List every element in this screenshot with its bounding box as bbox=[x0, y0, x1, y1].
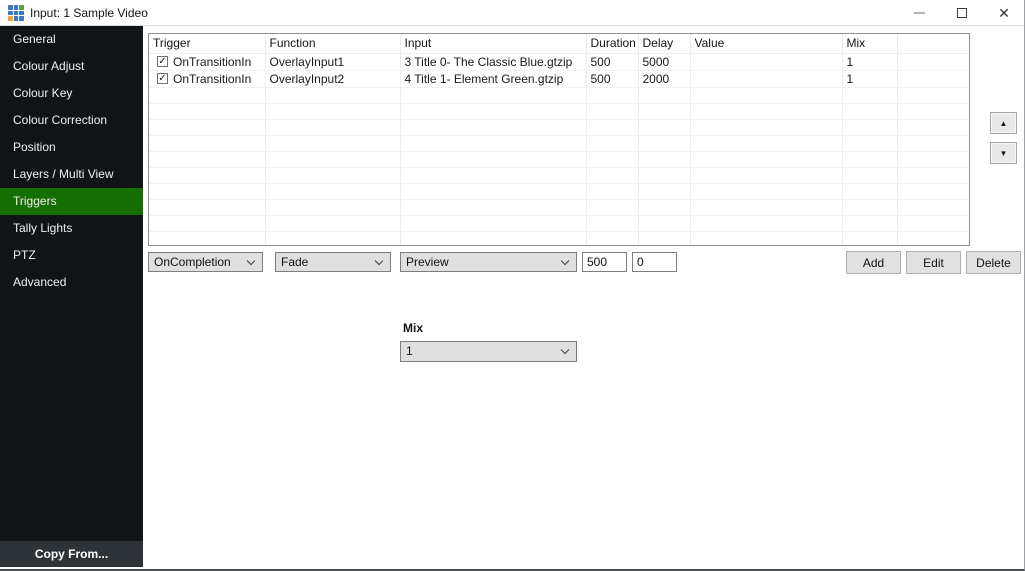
trigger-row[interactable]: ✓ OnTransitionIn OverlayInput1 3 Title 0… bbox=[149, 53, 969, 70]
input-value: Preview bbox=[406, 255, 449, 269]
duration-input[interactable] bbox=[582, 252, 627, 272]
column-header-delay: Delay bbox=[638, 34, 690, 53]
column-header-value: Value bbox=[690, 34, 842, 53]
delete-button[interactable]: Delete bbox=[966, 251, 1021, 274]
minimize-icon bbox=[914, 12, 925, 14]
value-cell bbox=[690, 70, 842, 87]
delay-cell: 5000 bbox=[638, 53, 690, 70]
empty-row bbox=[149, 151, 969, 167]
mix-value: 1 bbox=[406, 344, 413, 358]
sidebar-item-position[interactable]: Position bbox=[0, 134, 143, 161]
close-button[interactable]: ✕ bbox=[988, 0, 1020, 26]
column-header-input: Input bbox=[400, 34, 586, 53]
row-checkbox[interactable]: ✓ bbox=[157, 56, 168, 67]
move-down-button[interactable]: ▼ bbox=[990, 142, 1017, 164]
chevron-down-icon bbox=[561, 346, 569, 354]
sidebar-item-advanced[interactable]: Advanced bbox=[0, 269, 143, 296]
sidebar-item-triggers[interactable]: Triggers bbox=[0, 188, 143, 215]
mix-select[interactable]: 1 bbox=[400, 341, 577, 362]
duration-cell: 500 bbox=[586, 53, 638, 70]
window-title: Input: 1 Sample Video bbox=[30, 0, 148, 26]
function-value: Fade bbox=[281, 255, 308, 269]
trigger-type-value: OnCompletion bbox=[154, 255, 231, 269]
delay-input[interactable] bbox=[632, 252, 677, 272]
minimize-button[interactable] bbox=[903, 0, 935, 26]
value-cell bbox=[690, 53, 842, 70]
function-select[interactable]: Fade bbox=[275, 252, 391, 272]
chevron-down-icon bbox=[247, 257, 255, 265]
up-arrow-icon: ▲ bbox=[1000, 119, 1008, 128]
sidebar-item-colour-adjust[interactable]: Colour Adjust bbox=[0, 53, 143, 80]
trigger-cell: OnTransitionIn bbox=[173, 72, 251, 86]
empty-row bbox=[149, 135, 969, 151]
empty-row bbox=[149, 215, 969, 231]
input-cell: 4 Title 1- Element Green.gtzip bbox=[400, 70, 586, 87]
trigger-cell: OnTransitionIn bbox=[173, 55, 251, 69]
vmix-grid-icon bbox=[8, 5, 24, 21]
chevron-down-icon bbox=[561, 257, 569, 265]
input-cell: 3 Title 0- The Classic Blue.gtzip bbox=[400, 53, 586, 70]
input-select[interactable]: Preview bbox=[400, 252, 577, 272]
column-header-function: Function bbox=[265, 34, 400, 53]
down-arrow-icon: ▼ bbox=[1000, 149, 1008, 158]
function-cell: OverlayInput1 bbox=[265, 53, 400, 70]
trigger-type-select[interactable]: OnCompletion bbox=[148, 252, 263, 272]
check-icon: ✓ bbox=[158, 74, 166, 84]
settings-sidebar: General Colour Adjust Colour Key Colour … bbox=[0, 26, 143, 541]
function-cell: OverlayInput2 bbox=[265, 70, 400, 87]
sidebar-item-layers-multi-view[interactable]: Layers / Multi View bbox=[0, 161, 143, 188]
delay-cell: 2000 bbox=[638, 70, 690, 87]
check-icon: ✓ bbox=[158, 57, 166, 67]
table-header-row: Trigger Function Input Duration Delay Va… bbox=[149, 34, 969, 53]
edit-button[interactable]: Edit bbox=[906, 251, 961, 274]
duration-cell: 500 bbox=[586, 70, 638, 87]
titlebar: Input: 1 Sample Video ✕ bbox=[0, 0, 1024, 26]
column-header-mix: Mix bbox=[842, 34, 897, 53]
maximize-icon bbox=[957, 8, 967, 18]
column-header-trigger: Trigger bbox=[149, 34, 265, 53]
empty-row bbox=[149, 87, 969, 103]
empty-row bbox=[149, 183, 969, 199]
move-up-button[interactable]: ▲ bbox=[990, 112, 1017, 134]
chevron-down-icon bbox=[375, 257, 383, 265]
row-checkbox[interactable]: ✓ bbox=[157, 73, 168, 84]
sidebar-item-ptz[interactable]: PTZ bbox=[0, 242, 143, 269]
empty-row bbox=[149, 119, 969, 135]
add-button[interactable]: Add bbox=[846, 251, 901, 274]
input-settings-window: Input: 1 Sample Video ✕ General Colour A… bbox=[0, 0, 1025, 571]
column-header-duration: Duration bbox=[586, 34, 638, 53]
empty-row bbox=[149, 103, 969, 119]
sidebar-item-general[interactable]: General bbox=[0, 26, 143, 53]
trigger-row[interactable]: ✓ OnTransitionIn OverlayInput2 4 Title 1… bbox=[149, 70, 969, 87]
close-icon: ✕ bbox=[998, 6, 1010, 20]
mix-label: Mix bbox=[403, 321, 423, 335]
empty-row bbox=[149, 199, 969, 215]
empty-row bbox=[149, 167, 969, 183]
mix-cell: 1 bbox=[842, 70, 897, 87]
triggers-table: Trigger Function Input Duration Delay Va… bbox=[148, 33, 970, 246]
column-header-blank bbox=[897, 34, 969, 53]
empty-row bbox=[149, 231, 969, 246]
mix-cell: 1 bbox=[842, 53, 897, 70]
sidebar-item-tally-lights[interactable]: Tally Lights bbox=[0, 215, 143, 242]
copy-from-button[interactable]: Copy From... bbox=[0, 541, 143, 567]
sidebar-item-colour-key[interactable]: Colour Key bbox=[0, 80, 143, 107]
sidebar-item-colour-correction[interactable]: Colour Correction bbox=[0, 107, 143, 134]
maximize-button[interactable] bbox=[946, 0, 978, 26]
